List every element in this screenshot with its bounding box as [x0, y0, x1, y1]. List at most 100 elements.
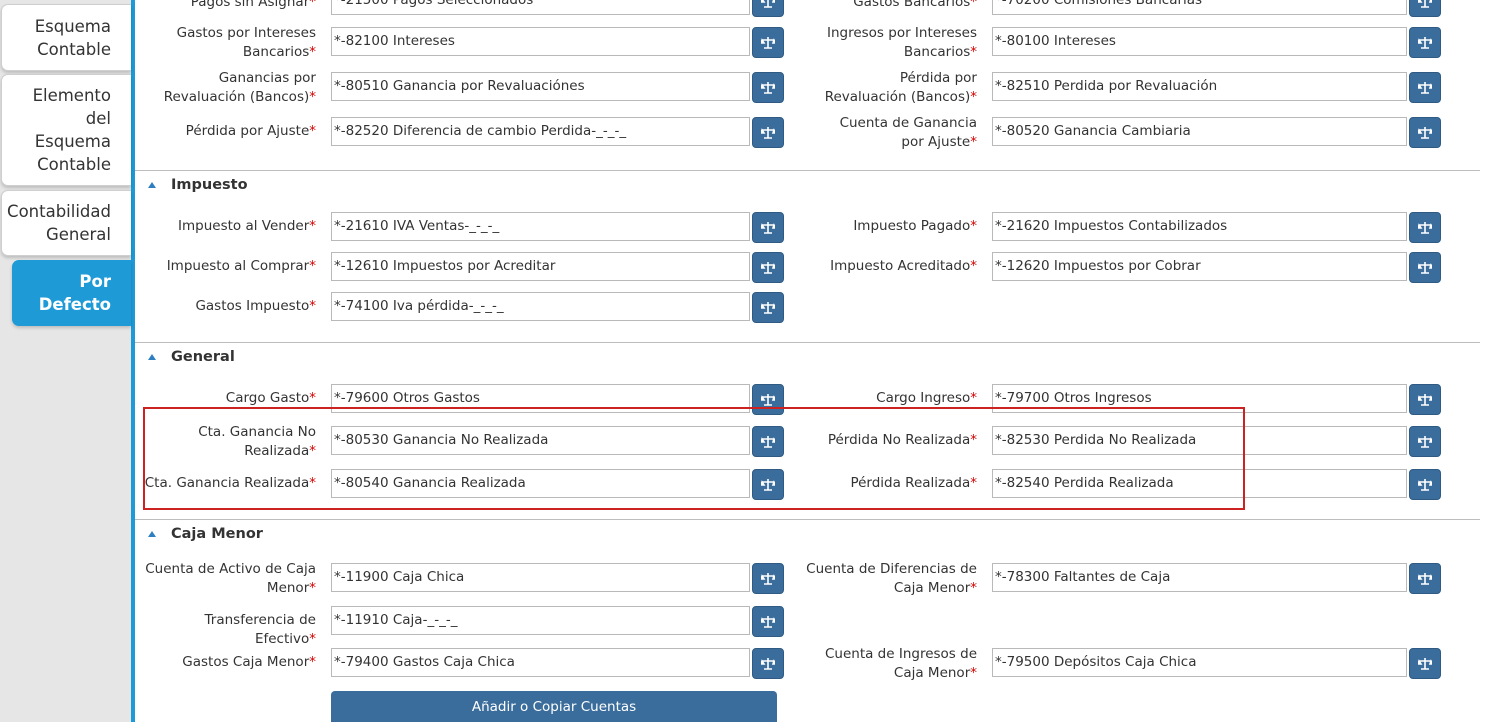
scale-icon: [761, 221, 775, 234]
field-label: Cargo Gasto*: [225, 390, 316, 406]
scale-icon: [1418, 0, 1432, 8]
account-field[interactable]: *-11910 Caja-_-_-_: [331, 606, 750, 635]
section-header-impuesto[interactable]: Impuesto: [148, 177, 248, 193]
scale-icon-button[interactable]: [752, 292, 784, 323]
field-label: Gastos Impuesto*: [195, 298, 316, 314]
sidebar: Esquema Contable Elemento del Esquema Contab…: [0, 0, 135, 722]
account-field[interactable]: *-21620 Impuestos Contabilizados: [992, 212, 1407, 241]
scale-icon-button[interactable]: [1409, 72, 1441, 103]
scale-icon-button[interactable]: [752, 0, 784, 17]
tab-por-defecto[interactable]: Por Defecto: [12, 260, 131, 326]
account-field[interactable]: *-80510 Ganancia por Revaluaciónes: [331, 72, 750, 101]
scale-icon: [761, 81, 775, 94]
section-divider: [135, 170, 1480, 171]
scale-icon: [761, 261, 775, 274]
scale-icon-button[interactable]: [752, 563, 784, 594]
account-field[interactable]: *-79600 Otros Gastos: [331, 384, 750, 413]
scale-icon-button[interactable]: [752, 212, 784, 243]
tab-label-line: Esquema: [34, 132, 111, 151]
scale-icon: [761, 0, 775, 8]
scale-icon-button[interactable]: [752, 384, 784, 415]
scale-icon: [761, 435, 775, 448]
field-label: Cta. Ganancia Realizada*: [144, 475, 316, 491]
section-header-caja-menor[interactable]: Caja Menor: [148, 526, 263, 542]
scale-icon-button[interactable]: [752, 648, 784, 679]
account-field[interactable]: *-79700 Otros Ingresos: [992, 384, 1407, 413]
section-header-general[interactable]: General: [148, 349, 235, 365]
scale-icon-button[interactable]: [1409, 0, 1441, 17]
account-field[interactable]: *-82530 Perdida No Realizada: [992, 426, 1407, 455]
account-field[interactable]: *-80100 Intereses: [992, 27, 1407, 56]
field-label: Pérdida Realizada*: [850, 475, 977, 491]
field-label: Gastos Caja Menor*: [182, 654, 316, 670]
account-field[interactable]: *-82510 Perdida por Revaluación: [992, 72, 1407, 101]
account-field[interactable]: *-11900 Caja Chica: [331, 563, 750, 592]
scale-icon-button[interactable]: [1409, 648, 1441, 679]
section-title: Impuesto: [171, 177, 248, 193]
account-field[interactable]: *-80540 Ganancia Realizada: [331, 469, 750, 498]
scale-icon-button[interactable]: [1409, 117, 1441, 148]
scale-icon-button[interactable]: [752, 27, 784, 58]
account-field[interactable]: *-74100 Iva pérdida-_-_-_: [331, 292, 750, 321]
scale-icon: [1418, 393, 1432, 406]
collapse-triangle-icon: [148, 182, 156, 188]
field-label: Cargo Ingreso*: [876, 390, 977, 406]
tab-contabilidad-general[interactable]: Contabilidad General: [1, 190, 131, 256]
account-field[interactable]: *-21610 IVA Ventas-_-_-_: [331, 212, 750, 241]
field-label: Ingresos por Intereses Bancarios*: [826, 25, 977, 60]
account-field[interactable]: *-82520 Diferencia de cambio Perdida-_-_…: [331, 117, 750, 146]
scale-icon-button[interactable]: [1409, 426, 1441, 457]
account-field[interactable]: *-21500 Pagos Seleccionados: [331, 0, 750, 15]
scale-icon-button[interactable]: [752, 469, 784, 500]
scale-icon: [761, 572, 775, 585]
account-field[interactable]: *-79500 Depósitos Caja Chica: [992, 648, 1407, 677]
scale-icon-button[interactable]: [1409, 469, 1441, 500]
scale-icon-button[interactable]: [1409, 384, 1441, 415]
scale-icon-button[interactable]: [752, 252, 784, 283]
scale-icon-button[interactable]: [1409, 212, 1441, 243]
section-title: Caja Menor: [171, 526, 263, 542]
account-field[interactable]: *-80530 Ganancia No Realizada: [331, 426, 750, 455]
scale-icon-button[interactable]: [752, 606, 784, 637]
tab-label-line: Por: [79, 272, 111, 291]
scale-icon-button[interactable]: [1409, 563, 1441, 594]
account-field[interactable]: *-82100 Intereses: [331, 27, 750, 56]
account-field[interactable]: *-80520 Ganancia Cambiaria: [992, 117, 1407, 146]
field-label: Impuesto al Comprar*: [166, 258, 316, 274]
tab-esquema-contable[interactable]: Esquema Contable: [1, 4, 131, 71]
scale-icon: [1418, 435, 1432, 448]
scale-icon: [1418, 36, 1432, 49]
account-field[interactable]: *-70200 Comisiones Bancarias: [992, 0, 1407, 15]
field-label: Cuenta de Ganancia por Ajuste*: [839, 115, 977, 150]
account-field[interactable]: *-78300 Faltantes de Caja: [992, 563, 1407, 592]
account-field[interactable]: *-82540 Perdida Realizada: [992, 469, 1407, 498]
field-label: Ganancias por Revaluación (Bancos)*: [163, 70, 316, 105]
scale-icon-button[interactable]: [1409, 27, 1441, 58]
scale-icon: [1418, 657, 1432, 670]
field-label: Gastos por Intereses Bancarios*: [176, 25, 316, 60]
scale-icon-button[interactable]: [752, 72, 784, 103]
account-field[interactable]: *-79400 Gastos Caja Chica: [331, 648, 750, 677]
scale-icon-button[interactable]: [1409, 252, 1441, 283]
scale-icon-button[interactable]: [752, 117, 784, 148]
scale-icon: [761, 126, 775, 139]
scale-icon-button[interactable]: [752, 426, 784, 457]
section-divider: [135, 342, 1480, 343]
scale-icon: [1418, 126, 1432, 139]
scale-icon: [761, 301, 775, 314]
field-label: Pérdida No Realizada*: [827, 432, 977, 448]
tab-label-line: Defecto: [38, 295, 111, 314]
field-label: Cuenta de Activo de Caja Menor*: [145, 561, 316, 596]
field-label: Pagos sin Asignar*: [190, 0, 316, 10]
scale-icon: [1418, 572, 1432, 585]
tab-label-line: Contabilidad: [7, 202, 111, 221]
tab-elemento-esquema[interactable]: Elemento del Esquema Contable: [1, 74, 131, 186]
account-field[interactable]: *-12610 Impuestos por Acreditar: [331, 252, 750, 281]
account-field[interactable]: *-12620 Impuestos por Cobrar: [992, 252, 1407, 281]
field-label: Impuesto Pagado*: [853, 218, 977, 234]
scale-icon: [761, 478, 775, 491]
scale-icon: [761, 615, 775, 628]
add-copy-accounts-button[interactable]: Añadir o Copiar Cuentas: [331, 691, 777, 722]
scale-icon: [761, 393, 775, 406]
field-label: Pérdida por Ajuste*: [185, 123, 316, 139]
